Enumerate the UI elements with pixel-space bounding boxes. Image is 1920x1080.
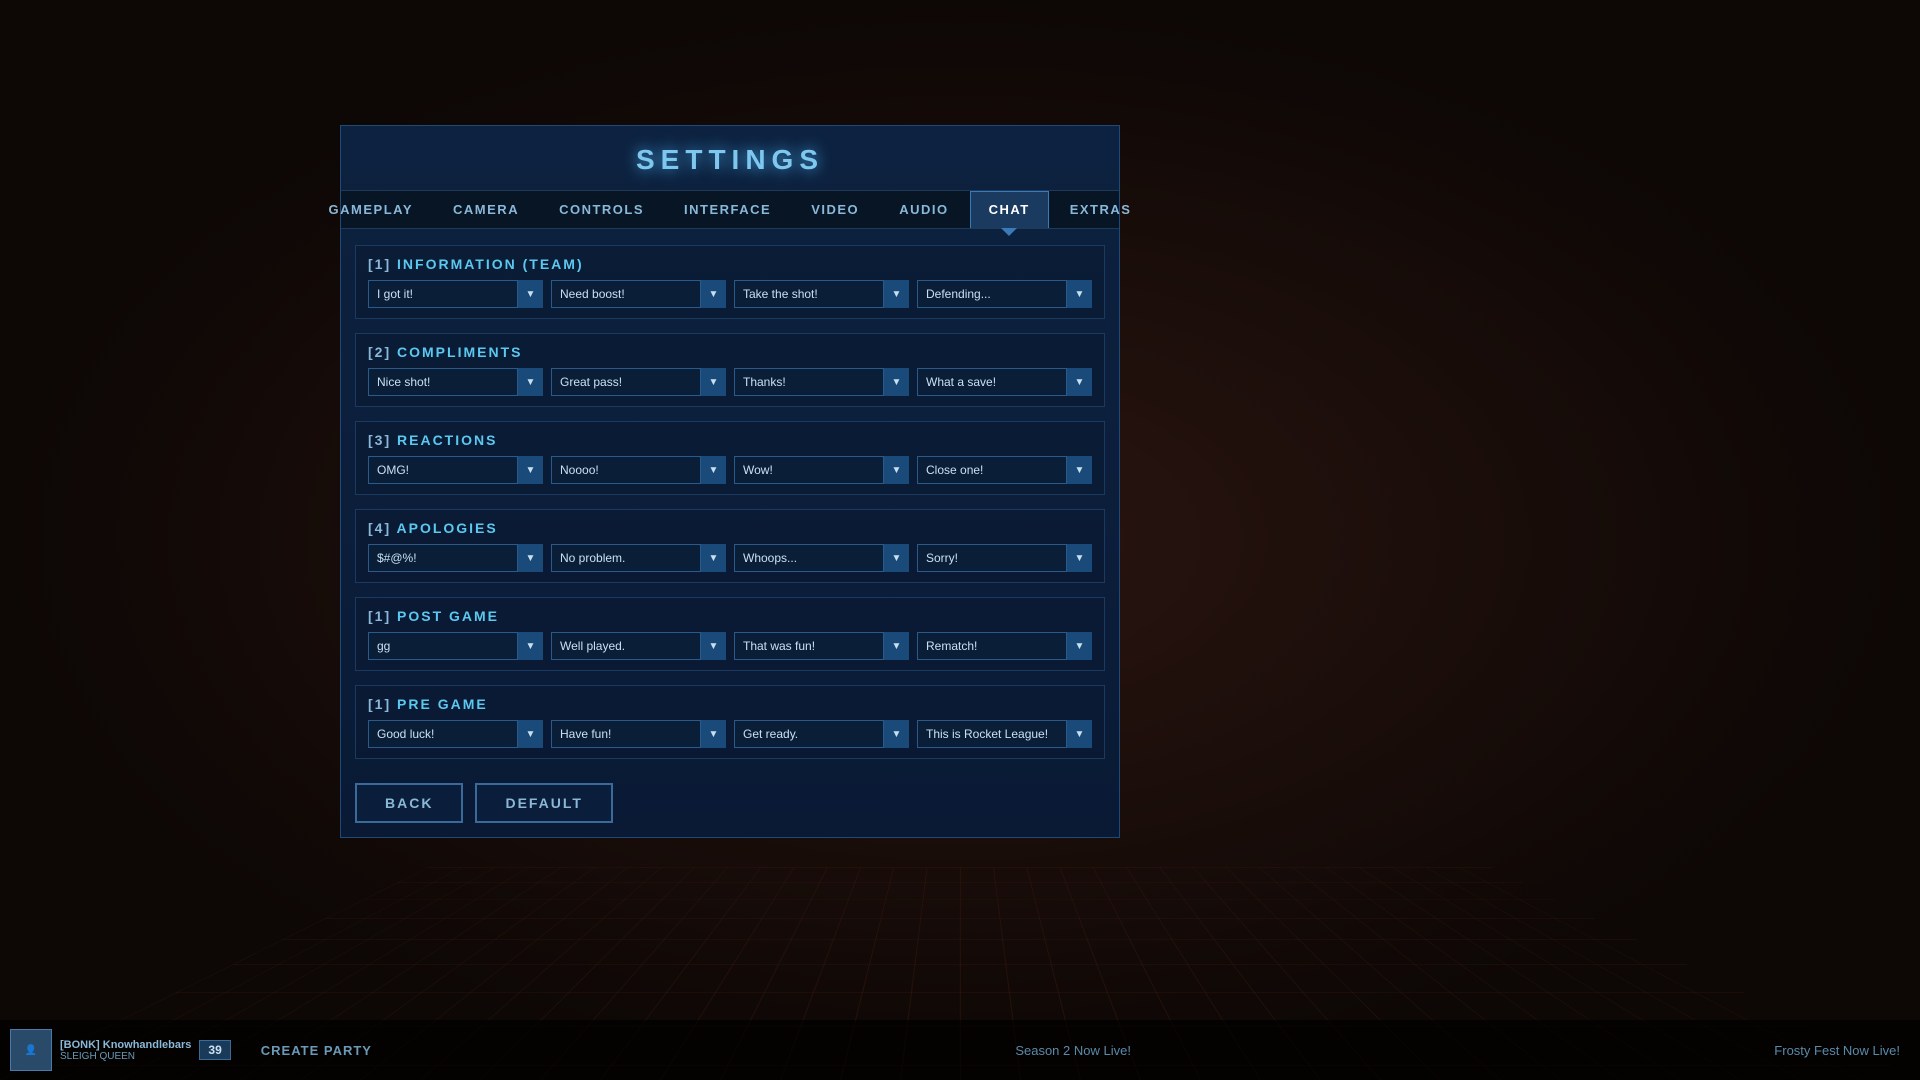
settings-panel: SETTINGS GAMEPLAY CAMERA CONTROLS INTERF…	[340, 125, 1120, 838]
compliments-slot4: What a save! Nice shot! Great pass! Than…	[917, 368, 1092, 396]
compliments-dropdown-1[interactable]: Nice shot! Great pass! Thanks! What a sa…	[368, 368, 543, 396]
section-apologies-title: [4] APOLOGIES	[368, 520, 1092, 536]
reactions-dropdown-1[interactable]: OMG! Noooo! Wow! Close one!	[368, 456, 543, 484]
tab-audio[interactable]: AUDIO	[880, 191, 967, 228]
compliments-slot3: Thanks! Nice shot! Great pass! What a sa…	[734, 368, 909, 396]
apologies-slot4: Sorry! $#@%! No problem. Whoops... ▼	[917, 544, 1092, 572]
apologies-dropdown-2[interactable]: No problem. $#@%! Whoops... Sorry!	[551, 544, 726, 572]
compliments-slot1: Nice shot! Great pass! Thanks! What a sa…	[368, 368, 543, 396]
avatar: 👤	[10, 1029, 52, 1071]
apologies-slot1: $#@%! No problem. Whoops... Sorry! ▼	[368, 544, 543, 572]
section-information-title: [1] INFORMATION (TEAM)	[368, 256, 1092, 272]
apologies-dropdown-1[interactable]: $#@%! No problem. Whoops... Sorry!	[368, 544, 543, 572]
reactions-dropdown-2[interactable]: Noooo! OMG! Wow! Close one!	[551, 456, 726, 484]
compliments-dropdown-4[interactable]: What a save! Nice shot! Great pass! Than…	[917, 368, 1092, 396]
information-dropdown-4[interactable]: Defending... I got it! Centering! Incomi…	[917, 280, 1092, 308]
default-button[interactable]: DEFAULT	[475, 783, 613, 823]
pregame-slot3: Get ready. Good luck! Have fun! This is …	[734, 720, 909, 748]
reactions-dropdown-3[interactable]: Wow! OMG! Noooo! Close one!	[734, 456, 909, 484]
apologies-dropdown-3[interactable]: Whoops... $#@%! No problem. Sorry!	[734, 544, 909, 572]
postgame-slot2: Well played. gg That was fun! Rematch! ▼	[551, 632, 726, 660]
reactions-dropdown-4[interactable]: Close one! OMG! Noooo! Wow!	[917, 456, 1092, 484]
information-dropdown-3[interactable]: Take the shot! I got it! Centering! Inco…	[734, 280, 909, 308]
tab-video[interactable]: VIDEO	[792, 191, 878, 228]
section-postgame: [1] POST GAME gg Well played. That was f…	[355, 597, 1105, 671]
footer-buttons: BACK DEFAULT	[341, 775, 1119, 837]
reactions-slot3: Wow! OMG! Noooo! Close one! ▼	[734, 456, 909, 484]
tab-controls[interactable]: CONTROLS	[540, 191, 663, 228]
postgame-dropdowns: gg Well played. That was fun! Rematch! ▼…	[368, 632, 1092, 660]
section-reactions: [3] REACTIONS OMG! Noooo! Wow! Close one…	[355, 421, 1105, 495]
section-reactions-title: [3] REACTIONS	[368, 432, 1092, 448]
pregame-dropdown-2[interactable]: Have fun! Good luck! Get ready. This is …	[551, 720, 726, 748]
information-dropdown-2[interactable]: Need boost! I got it! Centering! Incomin…	[551, 280, 726, 308]
tab-interface[interactable]: INTERFACE	[665, 191, 790, 228]
postgame-dropdown-1[interactable]: gg Well played. That was fun! Rematch!	[368, 632, 543, 660]
pregame-dropdown-3[interactable]: Get ready. Good luck! Have fun! This is …	[734, 720, 909, 748]
player-title: SLEIGH QUEEN	[60, 1051, 191, 1062]
bottom-center-text: Season 2 Now Live!	[392, 1043, 1754, 1058]
pregame-dropdown-1[interactable]: Good luck! Have fun! Get ready. This is …	[368, 720, 543, 748]
player-info: 👤 [BONK] Knowhandlebars SLEIGH QUEEN 39	[0, 1029, 241, 1071]
player-tag: [BONK] Knowhandlebars	[60, 1039, 191, 1051]
compliments-dropdown-2[interactable]: Great pass! Nice shot! Thanks! What a sa…	[551, 368, 726, 396]
information-slot2: Need boost! I got it! Centering! Incomin…	[551, 280, 726, 308]
player-level: 39	[199, 1040, 230, 1060]
compliments-dropdown-3[interactable]: Thanks! Nice shot! Great pass! What a sa…	[734, 368, 909, 396]
reactions-slot4: Close one! OMG! Noooo! Wow! ▼	[917, 456, 1092, 484]
content-area: [1] INFORMATION (TEAM) I got it! Centeri…	[341, 229, 1119, 775]
postgame-dropdown-4[interactable]: Rematch! gg Well played. That was fun!	[917, 632, 1092, 660]
section-pregame-title: [1] PRE GAME	[368, 696, 1092, 712]
pregame-slot4: This is Rocket League! Good luck! Have f…	[917, 720, 1092, 748]
compliments-dropdowns: Nice shot! Great pass! Thanks! What a sa…	[368, 368, 1092, 396]
pregame-dropdowns: Good luck! Have fun! Get ready. This is …	[368, 720, 1092, 748]
information-slot1: I got it! Centering! Incoming! Take the …	[368, 280, 543, 308]
postgame-slot3: That was fun! gg Well played. Rematch! ▼	[734, 632, 909, 660]
compliments-slot2: Great pass! Nice shot! Thanks! What a sa…	[551, 368, 726, 396]
postgame-slot1: gg Well played. That was fun! Rematch! ▼	[368, 632, 543, 660]
tab-gameplay[interactable]: GAMEPLAY	[310, 191, 432, 228]
pregame-dropdown-4[interactable]: This is Rocket League! Good luck! Have f…	[917, 720, 1092, 748]
reactions-slot2: Noooo! OMG! Wow! Close one! ▼	[551, 456, 726, 484]
tabs-bar: GAMEPLAY CAMERA CONTROLS INTERFACE VIDEO…	[341, 190, 1119, 229]
section-pregame: [1] PRE GAME Good luck! Have fun! Get re…	[355, 685, 1105, 759]
bottom-bar: 👤 [BONK] Knowhandlebars SLEIGH QUEEN 39 …	[0, 1020, 1920, 1080]
section-compliments-title: [2] COMPLIMENTS	[368, 344, 1092, 360]
information-slot4: Defending... I got it! Centering! Incomi…	[917, 280, 1092, 308]
page-title: SETTINGS	[341, 126, 1119, 190]
information-dropdowns: I got it! Centering! Incoming! Take the …	[368, 280, 1092, 308]
create-party-button[interactable]: CREATE PARTY	[241, 1043, 392, 1058]
section-information: [1] INFORMATION (TEAM) I got it! Centeri…	[355, 245, 1105, 319]
bottom-right-text: Frosty Fest Now Live!	[1754, 1043, 1920, 1058]
apologies-dropdowns: $#@%! No problem. Whoops... Sorry! ▼ No …	[368, 544, 1092, 572]
apologies-dropdown-4[interactable]: Sorry! $#@%! No problem. Whoops...	[917, 544, 1092, 572]
pregame-slot2: Have fun! Good luck! Get ready. This is …	[551, 720, 726, 748]
tab-extras[interactable]: EXTRAS	[1051, 191, 1151, 228]
information-dropdown-1[interactable]: I got it! Centering! Incoming! Take the …	[368, 280, 543, 308]
back-button[interactable]: BACK	[355, 783, 463, 823]
reactions-dropdowns: OMG! Noooo! Wow! Close one! ▼ Noooo! OMG…	[368, 456, 1092, 484]
information-slot3: Take the shot! I got it! Centering! Inco…	[734, 280, 909, 308]
pregame-slot1: Good luck! Have fun! Get ready. This is …	[368, 720, 543, 748]
section-postgame-title: [1] POST GAME	[368, 608, 1092, 624]
section-compliments: [2] COMPLIMENTS Nice shot! Great pass! T…	[355, 333, 1105, 407]
player-details: [BONK] Knowhandlebars SLEIGH QUEEN	[60, 1039, 191, 1062]
apologies-slot2: No problem. $#@%! Whoops... Sorry! ▼	[551, 544, 726, 572]
tab-chat[interactable]: CHAT	[970, 191, 1049, 228]
postgame-dropdown-2[interactable]: Well played. gg That was fun! Rematch!	[551, 632, 726, 660]
reactions-slot1: OMG! Noooo! Wow! Close one! ▼	[368, 456, 543, 484]
postgame-slot4: Rematch! gg Well played. That was fun! ▼	[917, 632, 1092, 660]
tab-camera[interactable]: CAMERA	[434, 191, 538, 228]
postgame-dropdown-3[interactable]: That was fun! gg Well played. Rematch!	[734, 632, 909, 660]
section-apologies: [4] APOLOGIES $#@%! No problem. Whoops..…	[355, 509, 1105, 583]
apologies-slot3: Whoops... $#@%! No problem. Sorry! ▼	[734, 544, 909, 572]
